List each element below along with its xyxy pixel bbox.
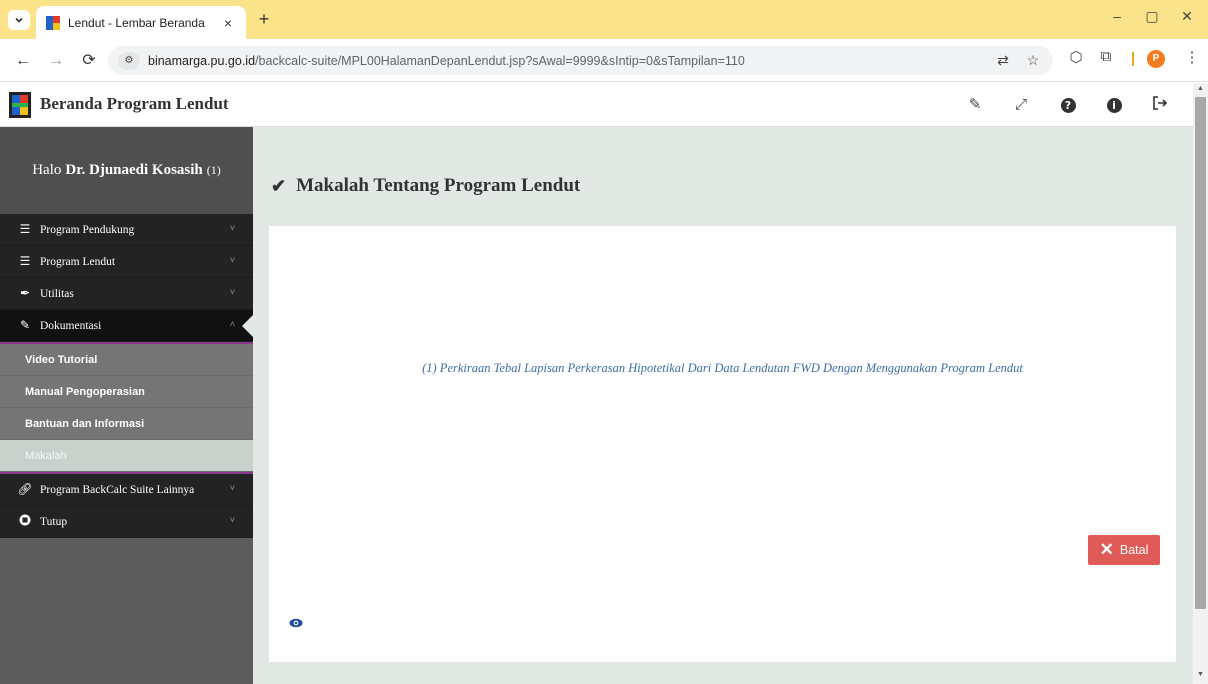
cancel-button[interactable]: ✕ Batal (1088, 535, 1160, 565)
sidebar: Halo Dr. Djunaedi Kosasih (1) ☰ Program … (0, 127, 254, 684)
sidebar-item-tutup[interactable]: Tutup ˅ (0, 506, 253, 538)
tab-close-icon[interactable]: × (220, 15, 236, 31)
translate-icon[interactable]: ⇄ (993, 52, 1013, 69)
sidebar-menu: ☰ Program Pendukung ˅ ☰ Program Lendut ˅… (0, 214, 254, 538)
section-title: ✔ Makalah Tentang Program Lendut (271, 175, 580, 197)
user-count: (1) (206, 163, 221, 177)
pencil-icon[interactable]: ✎ (965, 95, 985, 115)
link-icon: 🔗︎ (17, 482, 33, 496)
paper-link[interactable]: (1) Perkiraan Tebal Lapisan Perkerasan H… (269, 361, 1176, 376)
chevron-up-icon: ˄ (229, 319, 235, 329)
chevron-down-icon: ˅ (229, 255, 235, 265)
submenu-item-manual-pengoperasian[interactable]: Manual Pengoperasian (0, 376, 253, 408)
sidebar-item-label: Utilitas (40, 287, 74, 300)
greeting-prefix: Halo (32, 162, 62, 178)
feather-icon: ✒ (19, 286, 31, 300)
list-icon: ☰ (19, 254, 31, 268)
main-content: ✔ Makalah Tentang Program Lendut (1) Per… (253, 127, 1193, 684)
reload-icon[interactable]: ⟳ (78, 50, 100, 72)
tab-search-button[interactable] (8, 10, 30, 30)
lendut-logo-icon (9, 92, 31, 118)
sidebar-item-utilitas[interactable]: ✒ Utilitas ˅ (0, 278, 253, 310)
extension-shield-icon[interactable]: ⬡ (1065, 48, 1087, 66)
browser-address-bar: ← → ⟳ ⚙ binamarga.pu.go.id/backcalc-suit… (0, 39, 1208, 82)
toolbar-separator (1132, 52, 1134, 66)
checkmark-icon: ✔ (271, 175, 287, 196)
user-name: Dr. Djunaedi Kosasih (65, 162, 203, 178)
url-bar[interactable]: ⚙ binamarga.pu.go.id/backcalc-suite/MPL0… (108, 46, 1053, 75)
browser-tab[interactable]: Lendut - Lembar Beranda × (36, 6, 246, 39)
bookmark-star-icon[interactable]: ☆ (1023, 52, 1043, 69)
page-title: Beranda Program Lendut (40, 94, 229, 113)
forward-arrow-icon[interactable]: → (45, 50, 67, 72)
browser-tab-bar: Lendut - Lembar Beranda × + – ▢ ✕ (0, 0, 1208, 39)
sidebar-item-program-pendukung[interactable]: ☰ Program Pendukung ˅ (0, 214, 253, 246)
sidebar-item-label: Program Lendut (40, 255, 116, 268)
tab-title: Lendut - Lembar Beranda (68, 15, 205, 30)
url-text: binamarga.pu.go.id/backcalc-suite/MPL00H… (148, 54, 745, 68)
dokumentasi-submenu: Video Tutorial Manual Pengoperasian Bant… (0, 342, 253, 474)
list-icon: ☰ (19, 222, 31, 236)
sidebar-item-label: Program BackCalc Suite Lainnya (40, 483, 195, 496)
site-settings-icon[interactable]: ⚙ (118, 51, 140, 70)
close-window-button[interactable]: ✕ (1172, 8, 1202, 25)
back-arrow-icon[interactable]: ← (12, 50, 34, 72)
stop-icon (17, 514, 33, 530)
sidebar-item-program-lendut[interactable]: ☰ Program Lendut ˅ (0, 246, 253, 278)
submenu-item-makalah[interactable]: Makalah (0, 440, 253, 472)
cancel-button-label: Batal (1119, 543, 1149, 557)
new-tab-button[interactable]: + (254, 9, 274, 30)
sidebar-item-dokumentasi[interactable]: ✎ Dokumentasi ˄ (0, 310, 254, 342)
profile-avatar[interactable]: P (1147, 50, 1165, 68)
chevron-down-icon: ˅ (229, 287, 235, 297)
close-icon: ✕ (1099, 540, 1114, 559)
scroll-thumb[interactable] (1195, 97, 1206, 609)
browser-menu-icon[interactable]: ⋮ (1181, 48, 1203, 66)
user-greeting: Halo Dr. Djunaedi Kosasih (1) (0, 127, 253, 214)
submenu-item-video-tutorial[interactable]: Video Tutorial (0, 344, 253, 376)
content-panel: (1) Perkiraan Tebal Lapisan Perkerasan H… (269, 226, 1176, 662)
scroll-down-icon[interactable]: ▼ (1193, 671, 1208, 678)
expand-icon[interactable]: ⤢ (1011, 95, 1031, 115)
minimize-button[interactable]: – (1102, 8, 1132, 24)
sidebar-item-label: Tutup (40, 515, 68, 528)
chevron-down-icon: ˅ (229, 223, 235, 233)
url-domain: binamarga.pu.go.id (148, 53, 256, 68)
section-title-text: Makalah Tentang Program Lendut (296, 175, 581, 196)
sidebar-item-label: Dokumentasi (40, 319, 102, 332)
help-icon[interactable]: ? (1058, 95, 1078, 115)
lendut-favicon-icon (46, 15, 60, 30)
sidebar-item-program-backcalc-suite-lainnya[interactable]: 🔗︎ Program BackCalc Suite Lainnya ˅ (0, 474, 253, 506)
page-scrollbar[interactable]: ▲ ▼ (1193, 83, 1208, 684)
extensions-puzzle-icon[interactable]: ⧉ (1095, 48, 1117, 65)
chevron-down-icon (15, 17, 23, 23)
restore-button[interactable]: ▢ (1137, 8, 1167, 25)
chevron-down-icon: ˅ (229, 515, 235, 525)
submenu-item-bantuan-dan-informasi[interactable]: Bantuan dan Informasi (0, 408, 253, 440)
scroll-up-icon[interactable]: ▲ (1193, 85, 1208, 92)
chevron-down-icon: ˅ (229, 483, 235, 493)
sidebar-item-label: Program Pendukung (40, 223, 135, 236)
eye-icon[interactable] (289, 618, 303, 628)
app-header: Beranda Program Lendut ✎ ⤢ ? i (0, 83, 1193, 127)
info-icon[interactable]: i (1104, 95, 1124, 115)
url-path: /backcalc-suite/MPL00HalamanDepanLendut.… (255, 53, 745, 68)
logout-icon[interactable] (1150, 95, 1170, 115)
pencil-icon: ✎ (19, 318, 31, 332)
